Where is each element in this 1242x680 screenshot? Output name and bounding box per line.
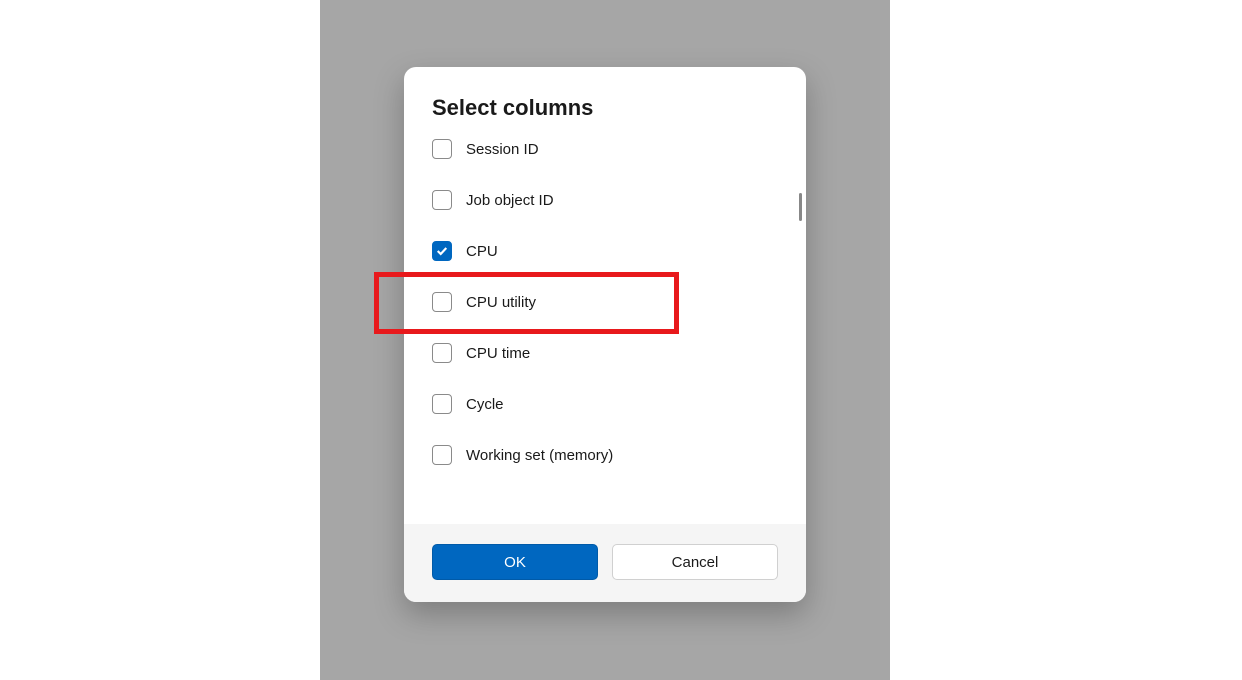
option-label: Working set (memory) <box>466 447 613 464</box>
checkbox-icon[interactable] <box>432 394 452 414</box>
checkbox-icon[interactable] <box>432 190 452 210</box>
option-label: Job object ID <box>466 192 554 209</box>
option-cpu[interactable]: CPU <box>432 241 778 261</box>
option-working-set-memory[interactable]: Working set (memory) <box>432 445 778 465</box>
option-session-id[interactable]: Session ID <box>432 139 778 159</box>
option-job-object-id[interactable]: Job object ID <box>432 190 778 210</box>
option-cpu-time[interactable]: CPU time <box>432 343 778 363</box>
checkbox-icon[interactable] <box>432 343 452 363</box>
dialog-footer: OK Cancel <box>404 524 806 602</box>
checkbox-icon[interactable] <box>432 292 452 312</box>
select-columns-dialog: Select columns Session ID Job object ID … <box>404 67 806 602</box>
checkbox-icon[interactable] <box>432 445 452 465</box>
option-cpu-utility[interactable]: CPU utility <box>432 292 778 312</box>
column-options-list: Session ID Job object ID CPU CPU utility… <box>432 139 778 465</box>
checkbox-icon[interactable] <box>432 139 452 159</box>
option-label: CPU <box>466 243 498 260</box>
checkbox-checked-icon[interactable] <box>432 241 452 261</box>
cancel-button[interactable]: Cancel <box>612 544 778 580</box>
option-label: Cycle <box>466 396 504 413</box>
option-label: Session ID <box>466 141 539 158</box>
option-label: CPU time <box>466 345 530 362</box>
ok-button[interactable]: OK <box>432 544 598 580</box>
dialog-title: Select columns <box>432 95 778 121</box>
option-cycle[interactable]: Cycle <box>432 394 778 414</box>
scrollbar-thumb[interactable] <box>799 193 802 221</box>
option-label: CPU utility <box>466 294 536 311</box>
dialog-body: Select columns Session ID Job object ID … <box>404 67 806 524</box>
